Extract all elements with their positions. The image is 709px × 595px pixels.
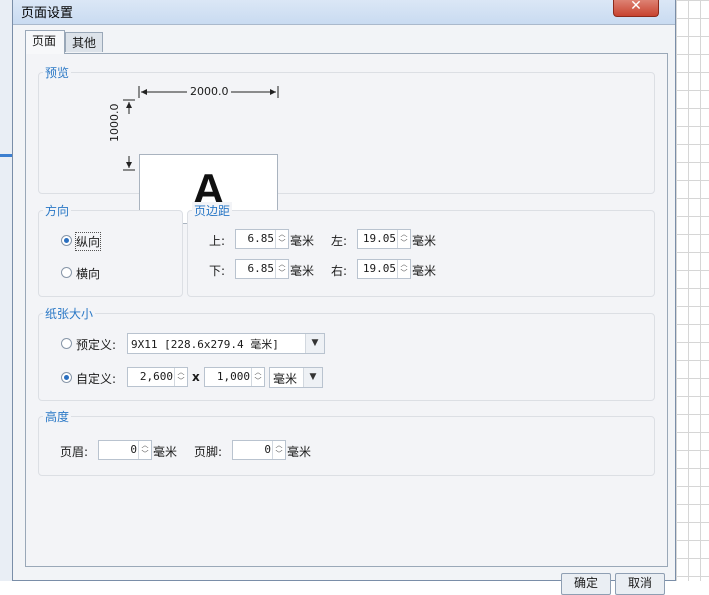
margin-left-value: 19.05 [362, 232, 396, 245]
margin-right-spinner[interactable]: ︿ ﹀ [397, 260, 410, 278]
landscape-radio[interactable] [61, 267, 72, 278]
orientation-group: 方向 [38, 202, 183, 297]
paper-size-group: 纸张大小 [38, 305, 655, 401]
close-button[interactable]: ✕ [613, 0, 659, 17]
tab-other[interactable]: 其他 [65, 32, 103, 52]
margin-top-spinner[interactable]: ︿ ﹀ [275, 230, 288, 248]
margin-top-label: 上: [209, 234, 226, 248]
preview-height-label: 1000.0 [108, 103, 121, 143]
footer-value: 0 [264, 443, 271, 456]
custom-height-input[interactable]: 1,000 ︿ ﹀ [204, 367, 265, 387]
tab-page[interactable]: 页面 [25, 30, 65, 54]
footer-unit: 毫米 [287, 445, 312, 459]
custom-height-value: 1,000 [216, 370, 250, 383]
times-sign: x [192, 370, 200, 384]
tab-page-label: 页面 [32, 34, 57, 48]
background-selection-marker [0, 154, 12, 157]
paper-size-group-title: 纸张大小 [43, 305, 96, 322]
page-setup-dialog: 页面设置 ✕ 页面 其他 预览 2000.0 1000.0 A 方向 纵向 横向… [12, 0, 676, 595]
custom-unit-select[interactable]: 毫米 ▼ [269, 367, 323, 388]
margins-group-title: 页边距 [192, 202, 233, 219]
margin-right-unit: 毫米 [412, 264, 437, 278]
predefined-label[interactable]: 预定义: [76, 336, 116, 353]
margin-top-input[interactable]: 6.85 ︿ ﹀ [235, 229, 289, 249]
margin-top-value: 6.85 [247, 232, 275, 245]
page-tab-content: 预览 2000.0 1000.0 A 方向 纵向 横向 页边距 上: 6.85 … [25, 53, 668, 567]
height-group-title: 高度 [43, 408, 72, 425]
background-window-edge [0, 0, 12, 581]
custom-width-input[interactable]: 2,600 ︿ ﹀ [127, 367, 188, 387]
margin-left-label: 左: [331, 234, 348, 248]
margin-bottom-spinner[interactable]: ︿ ﹀ [275, 260, 288, 278]
portrait-label[interactable]: 纵向 [74, 232, 102, 251]
predefined-radio[interactable] [61, 338, 72, 349]
header-value: 0 [130, 443, 137, 456]
close-icon: ✕ [630, 0, 642, 14]
spreadsheet-grid-background [676, 0, 709, 581]
preview-group-title: 预览 [43, 64, 72, 81]
custom-label[interactable]: 自定义: [76, 370, 116, 387]
margin-top-unit: 毫米 [290, 234, 315, 248]
margin-left-input[interactable]: 19.05 ︿ ﹀ [357, 229, 411, 249]
margin-bottom-value: 6.85 [247, 262, 275, 275]
footer-input[interactable]: 0 ︿ ﹀ [232, 440, 286, 460]
margin-bottom-unit: 毫米 [290, 264, 315, 278]
predefined-paper-value: 9X11 [228.6x279.4 毫米] [131, 338, 279, 351]
cancel-button[interactable]: 取消 [615, 573, 665, 595]
dialog-titlebar[interactable]: 页面设置 ✕ [13, 0, 675, 25]
cancel-button-label: 取消 [627, 576, 652, 590]
custom-radio[interactable] [61, 372, 72, 383]
landscape-label[interactable]: 横向 [76, 265, 100, 282]
margin-bottom-input[interactable]: 6.85 ︿ ﹀ [235, 259, 289, 279]
custom-width-spinner[interactable]: ︿ ﹀ [174, 368, 187, 386]
margin-bottom-label: 下: [209, 264, 226, 278]
tab-other-label: 其他 [72, 36, 97, 50]
margin-left-unit: 毫米 [412, 234, 437, 248]
predefined-paper-select[interactable]: 9X11 [228.6x279.4 毫米] ▼ [127, 333, 325, 354]
portrait-radio[interactable] [61, 235, 72, 246]
chevron-down-icon[interactable]: ▼ [305, 334, 324, 353]
margin-right-label: 右: [331, 264, 348, 278]
orientation-group-title: 方向 [43, 202, 72, 219]
ok-button[interactable]: 确定 [561, 573, 611, 595]
header-spinner[interactable]: ︿ ﹀ [138, 441, 151, 459]
custom-unit-value: 毫米 [273, 372, 298, 386]
footer-spinner[interactable]: ︿ ﹀ [272, 441, 285, 459]
margin-left-spinner[interactable]: ︿ ﹀ [397, 230, 410, 248]
footer-label: 页脚: [194, 445, 223, 459]
header-input[interactable]: 0 ︿ ﹀ [98, 440, 152, 460]
chevron-down-icon[interactable]: ▼ [303, 368, 322, 387]
margin-right-value: 19.05 [362, 262, 396, 275]
margins-group: 页边距 [187, 202, 655, 297]
margin-right-input[interactable]: 19.05 ︿ ﹀ [357, 259, 411, 279]
preview-width-label: 2000.0 [190, 85, 229, 98]
header-label: 页眉: [60, 445, 89, 459]
custom-height-spinner[interactable]: ︿ ﹀ [251, 368, 264, 386]
custom-width-value: 2,600 [139, 370, 173, 383]
ok-button-label: 确定 [573, 576, 598, 590]
header-unit: 毫米 [153, 445, 178, 459]
dialog-title: 页面设置 [21, 6, 74, 21]
